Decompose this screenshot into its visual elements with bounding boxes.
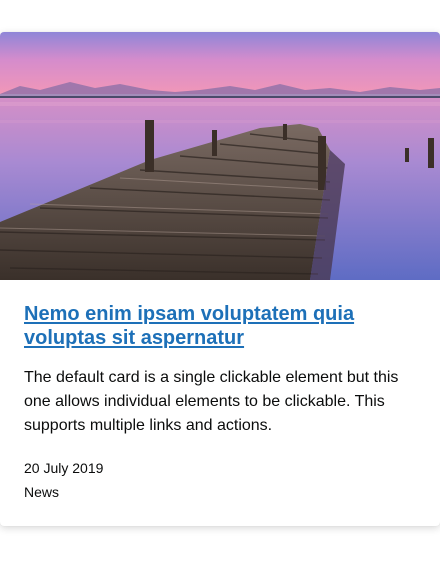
card-title-link[interactable]: Nemo enim ipsam voluptatem quia voluptas… [24,303,354,349]
card-description: The default card is a single clickable e… [24,369,399,434]
card-title: Nemo enim ipsam voluptatem quia voluptas… [24,302,416,350]
card: Nemo enim ipsam voluptatem quia voluptas… [0,32,440,526]
card-category: News [24,484,60,500]
card-date: 20 July 2019 [24,460,104,476]
card-body: Nemo enim ipsam voluptatem quia voluptas… [0,280,440,504]
card-image [0,32,440,280]
